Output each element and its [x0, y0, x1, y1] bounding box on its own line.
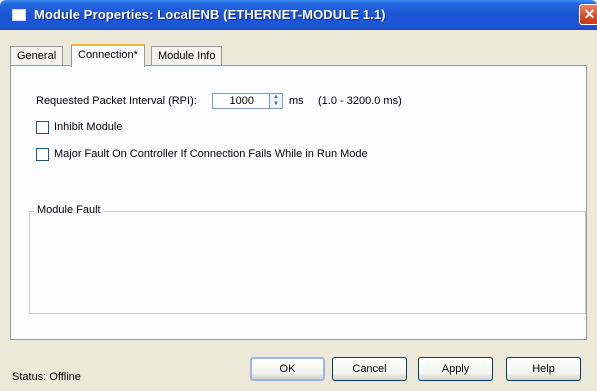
window-title: Module Properties: LocalENB (ETHERNET-MO…: [34, 7, 386, 22]
major-fault-label: Major Fault On Controller If Connection …: [54, 148, 368, 160]
inhibit-module-label: Inhibit Module: [54, 121, 123, 133]
rpi-unit: ms: [289, 95, 304, 107]
tab-module-info[interactable]: Module Info: [151, 46, 223, 66]
spin-up-icon[interactable]: ▲: [270, 94, 282, 101]
cancel-button[interactable]: Cancel: [332, 357, 407, 381]
rpi-input[interactable]: 1000: [212, 93, 271, 109]
module-fault-title: Module Fault: [34, 204, 104, 216]
help-button[interactable]: Help: [506, 357, 581, 381]
module-fault-group: [29, 211, 586, 314]
inhibit-module-checkbox[interactable]: [36, 121, 49, 134]
rpi-label: Requested Packet Interval (RPI):: [36, 95, 197, 107]
window-icon: [12, 9, 26, 21]
ok-button[interactable]: OK: [250, 357, 325, 381]
status-text: Status: Offline: [12, 371, 81, 383]
tab-module-info-label: Module Info: [158, 50, 216, 62]
tab-connection-label: Connection*: [78, 49, 138, 61]
module-properties-dialog: Module Properties: LocalENB (ETHERNET-MO…: [0, 0, 597, 391]
tab-connection[interactable]: Connection*: [71, 44, 145, 67]
title-bar[interactable]: Module Properties: LocalENB (ETHERNET-MO…: [0, 0, 597, 30]
major-fault-checkbox[interactable]: [36, 148, 49, 161]
apply-button[interactable]: Apply: [418, 357, 493, 381]
tab-general[interactable]: General: [10, 46, 64, 66]
spin-down-icon[interactable]: ▼: [270, 101, 282, 108]
close-button[interactable]: ✕: [579, 4, 597, 25]
close-icon: ✕: [583, 6, 596, 22]
rpi-range: (1.0 - 3200.0 ms): [318, 95, 402, 107]
tab-general-label: General: [17, 50, 57, 62]
rpi-spinner[interactable]: ▲ ▼: [269, 93, 283, 109]
